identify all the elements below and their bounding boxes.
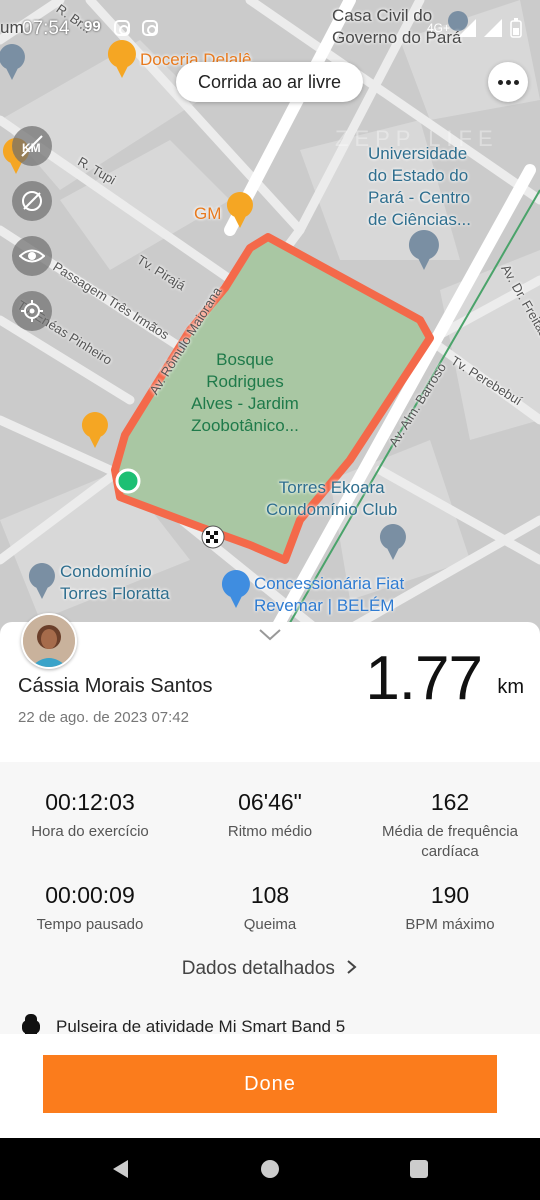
more-options-button[interactable] <box>488 62 528 102</box>
workout-date: 22 de ago. de 2023 07:42 <box>18 709 189 726</box>
stat-duration: 00:12:03 Hora do exercício <box>0 788 180 842</box>
device-name: Pulseira de atividade Mi Smart Band 5 <box>56 1017 346 1034</box>
home-icon[interactable] <box>259 1158 281 1180</box>
system-nav-bar <box>0 1138 540 1200</box>
map-label-cond-floratta: Condomínio Torres Floratta <box>60 562 170 603</box>
battery-icon <box>510 18 522 38</box>
instagram-icon <box>114 20 130 36</box>
route-map[interactable]: Casa Civil do Governo do Pará Doceria De… <box>0 0 540 640</box>
instagram-icon <box>142 20 158 36</box>
status-indicators: 4G+ <box>427 18 522 38</box>
stats-panel: 00:12:03 Hora do exercício 06'46" Ritmo … <box>0 762 540 1034</box>
stat-value: 00:12:03 <box>45 789 135 815</box>
detailed-data-label: Dados detalhados <box>181 958 335 979</box>
hide-icon <box>22 191 42 211</box>
eye-icon <box>19 249 45 263</box>
stat-value: 108 <box>250 882 290 908</box>
back-icon[interactable] <box>110 1158 132 1180</box>
visibility-button[interactable] <box>12 236 52 276</box>
avatar-image <box>23 615 75 667</box>
map-label-bosque: Bosque Rodrigues Alves - Jardim Zoobotân… <box>191 350 299 435</box>
stat-label: Queima <box>243 916 297 933</box>
stat-value: 06'46" <box>238 789 302 815</box>
distance-value: 1.77 <box>365 644 483 713</box>
km-marker-icon: KM <box>21 135 43 157</box>
locate-button[interactable] <box>12 291 52 331</box>
distance-unit: km <box>497 676 524 698</box>
stat-label: Média de frequência cardíaca <box>382 823 518 860</box>
stat-label: Ritmo médio <box>227 823 313 840</box>
stat-calories: 108 Queima <box>180 881 360 935</box>
done-bar: Done <box>0 1034 540 1138</box>
device-row[interactable]: Pulseira de atividade Mi Smart Band 5 <box>20 1014 345 1034</box>
stat-label: BPM máximo <box>405 916 495 933</box>
done-button[interactable]: Done <box>43 1055 497 1113</box>
stat-pace: 06'46" Ritmo médio <box>180 788 360 842</box>
map-label-gm: GM <box>194 204 222 223</box>
status-time: 07:54 <box>22 18 70 39</box>
signal-icon-2 <box>484 19 502 37</box>
stat-avg-heart-rate: 162 Média de frequência cardíaca <box>360 788 540 862</box>
stat-value: 190 <box>430 882 470 908</box>
toggle-overlay-button[interactable] <box>12 181 52 221</box>
stat-max-bpm: 190 BPM máximo <box>360 881 540 935</box>
map-label-university: Universidade do Estado do Pará - Centro … <box>368 144 471 229</box>
signal-label: 4G+ <box>426 21 450 35</box>
detailed-data-link[interactable]: Dados detalhados <box>0 958 540 980</box>
locate-icon <box>21 300 43 322</box>
chevron-right-icon <box>347 960 357 974</box>
recents-icon[interactable] <box>408 1158 430 1180</box>
status-network: 99 <box>84 18 101 35</box>
stat-label: Hora do exercício <box>31 823 149 840</box>
map-label-torres-ekoara: Torres Ekoara Condomínio Club <box>266 478 398 519</box>
chevron-down-icon[interactable] <box>258 628 282 642</box>
stat-value: 00:00:09 <box>45 882 135 908</box>
activity-type-pill[interactable]: Corrida ao ar livre <box>176 62 364 102</box>
avatar[interactable] <box>21 613 77 669</box>
stat-paused-time: 00:00:09 Tempo pausado <box>0 881 180 935</box>
workout-summary-sheet: Cássia Morais Santos 22 de ago. de 2023 … <box>0 622 540 1034</box>
km-markers-button[interactable]: KM <box>12 126 52 166</box>
status-bar: 07:54 99 4G+ <box>0 0 540 56</box>
map-label-fiat: Concessionária Fiat Revemar | BELÉM <box>254 574 405 615</box>
stat-label: Tempo pausado <box>36 916 144 933</box>
stat-value: 162 <box>430 789 470 815</box>
watermark: ZEPP LIFE <box>335 126 499 151</box>
band-icon <box>22 1014 40 1034</box>
more-icon <box>497 79 503 85</box>
signal-icon <box>458 19 476 37</box>
user-name: Cássia Morais Santos <box>18 675 213 697</box>
